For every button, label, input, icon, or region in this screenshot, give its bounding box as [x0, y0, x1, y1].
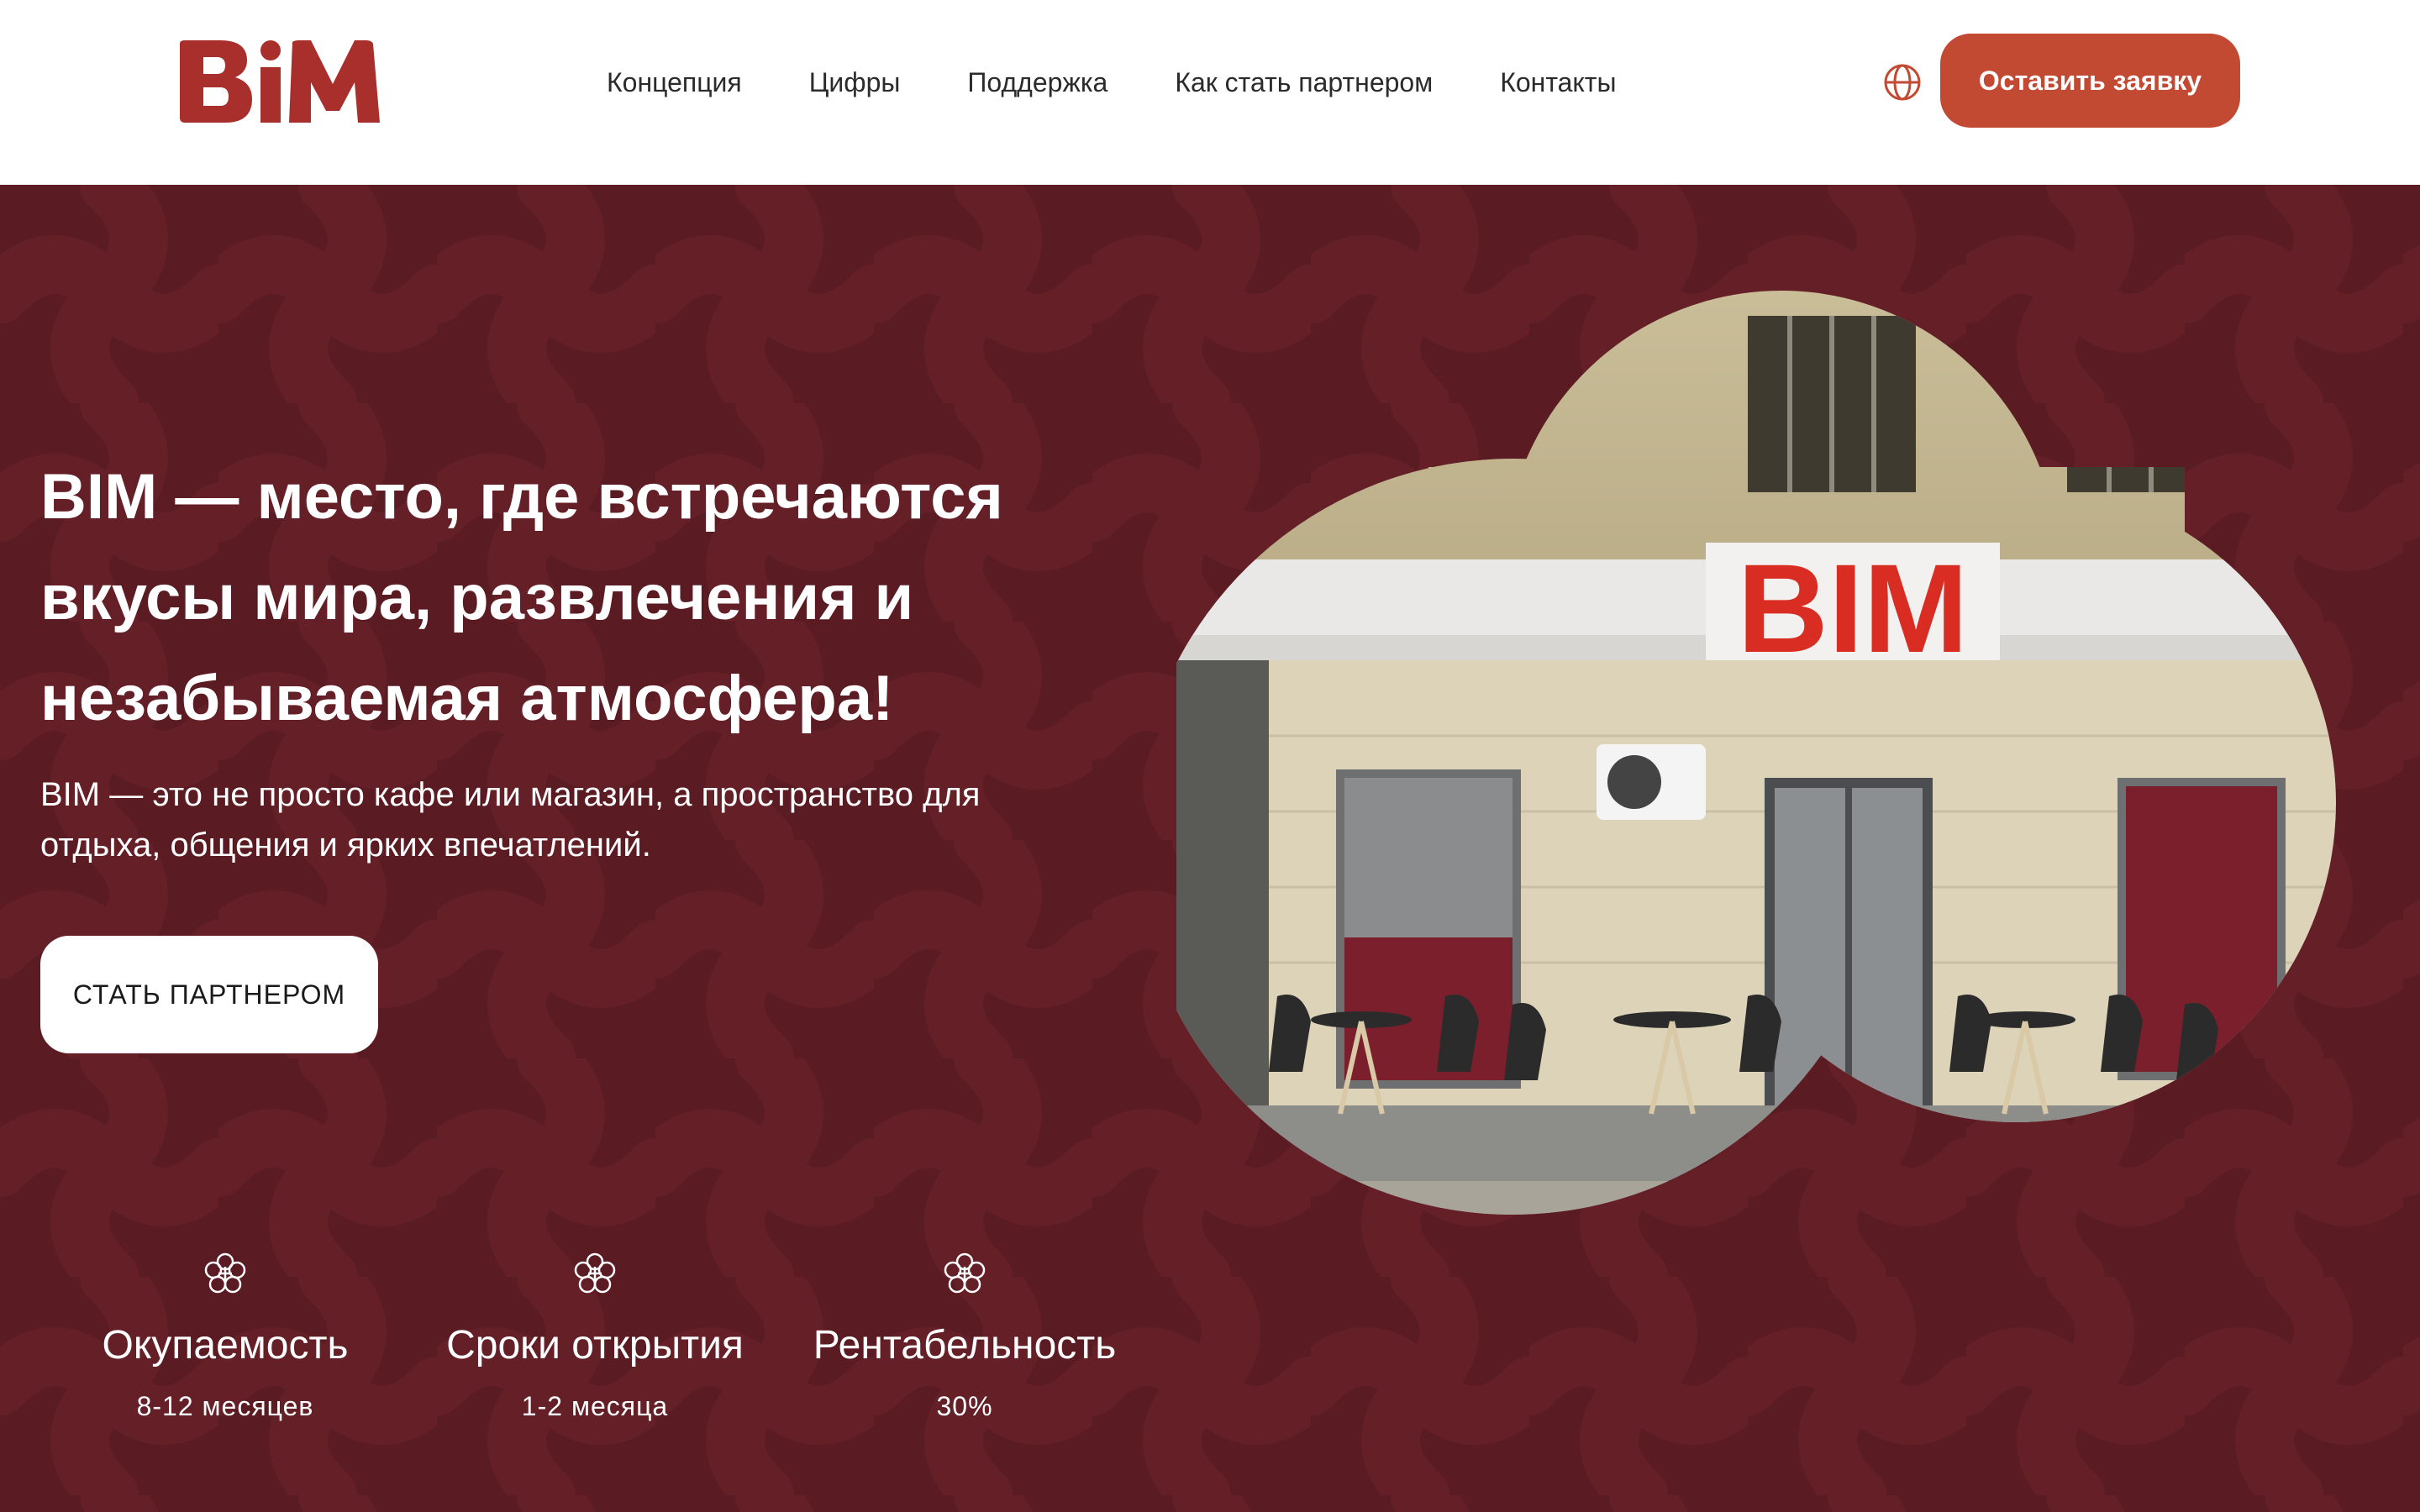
- nav-item-concept[interactable]: Концепция: [607, 60, 742, 104]
- stat-value: 1-2 месяца: [521, 1391, 669, 1421]
- bim-logo[interactable]: [176, 39, 382, 126]
- hero-subtitle-line: BIM — это не просто кафе или магазин, а …: [40, 776, 981, 813]
- nav-item-contacts[interactable]: Контакты: [1500, 60, 1616, 104]
- stat-value: 30%: [936, 1391, 993, 1421]
- site-header: Концепция Цифры Поддержка Как стать парт…: [0, 0, 2420, 185]
- submit-request-button[interactable]: Оставить заявку: [1940, 34, 2240, 128]
- stat-opening-time: Сроки открытия 1-2 месяца: [418, 1252, 771, 1423]
- stat-value: 8-12 месяцев: [136, 1391, 314, 1421]
- stat-label: Рентабельность: [813, 1323, 1117, 1368]
- hero-title: BIM — место, где встречаются вкусы мира,…: [40, 447, 1200, 749]
- hero-title-line: BIM — место, где встречаются: [40, 461, 1003, 533]
- nav-item-support[interactable]: Поддержка: [967, 60, 1107, 104]
- stat-payback: Окупаемость 8-12 месяцев: [49, 1252, 402, 1423]
- hero-subtitle-line: отдыха, общения и ярких впечатлений.: [40, 827, 651, 864]
- hero-title-line: незабываемая атмосфера!: [40, 663, 894, 734]
- stat-label: Окупаемость: [102, 1323, 349, 1368]
- stat-label: Сроки открытия: [446, 1323, 744, 1368]
- flower-icon: [203, 1252, 247, 1295]
- flower-icon: [573, 1252, 617, 1295]
- hero-title-line: вкусы мира, развлечения и: [40, 562, 914, 633]
- become-partner-button[interactable]: СТАТЬ ПАРТНЕРОМ: [40, 936, 378, 1053]
- globe-icon[interactable]: [1882, 62, 1923, 102]
- nav-item-become-partner[interactable]: Как стать партнером: [1175, 60, 1433, 104]
- stat-profitability: Рентабельность 30%: [788, 1252, 1141, 1423]
- nav-item-numbers[interactable]: Цифры: [809, 60, 901, 104]
- storefront-photo: BIM: [1176, 265, 2386, 1273]
- hero-subtitle: BIM — это не просто кафе или магазин, а …: [40, 769, 1200, 870]
- bim-logo-mark: [180, 40, 380, 123]
- main-nav: Концепция Цифры Поддержка Как стать парт…: [607, 60, 1616, 104]
- flower-icon: [943, 1252, 986, 1295]
- hero-section: BIM — место, где встречаются вкусы мира,…: [0, 185, 2420, 1512]
- storefront-sign: BIM: [1738, 538, 1969, 679]
